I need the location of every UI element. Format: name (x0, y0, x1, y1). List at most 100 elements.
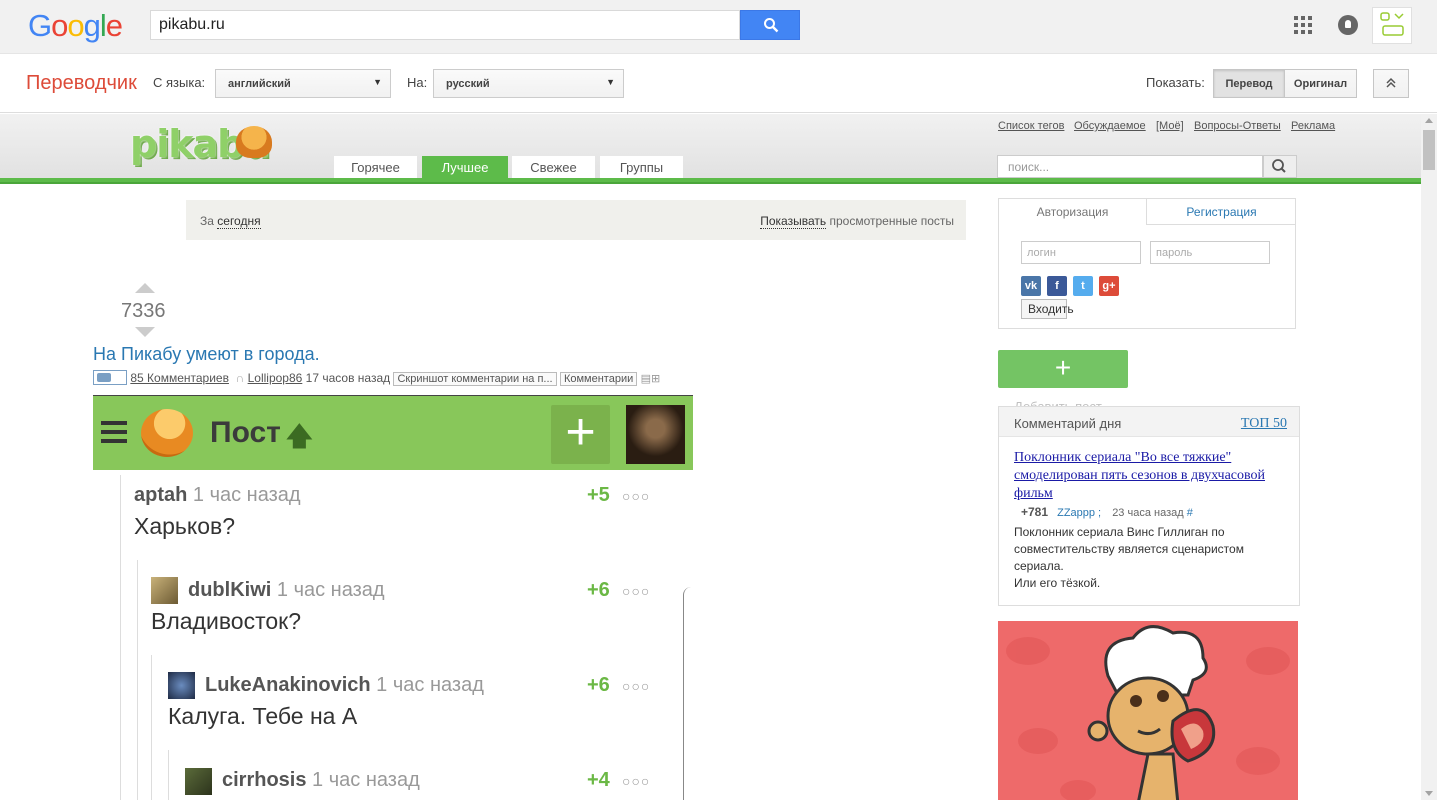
show-original-button[interactable]: Оригинал (1284, 69, 1357, 98)
tab-hot[interactable]: Горячее (334, 156, 417, 178)
period-filter: За сегодня (200, 214, 261, 229)
more-dots-icon: ○○○ (622, 678, 651, 694)
pikabu-search-input[interactable]: поиск... (997, 155, 1263, 178)
comments-link[interactable]: 85 Комментариев (130, 371, 229, 385)
tab-registration[interactable]: Регистрация (1146, 199, 1296, 225)
scroll-up-arrow-icon[interactable] (1425, 118, 1433, 123)
show-label: Показать: (1146, 75, 1205, 90)
comment-of-day-header: Комментарий дня ТОП 50 (999, 407, 1299, 437)
login-button[interactable]: Входить (1021, 299, 1074, 319)
menu-qa[interactable]: Вопросы-Ответы (1194, 120, 1281, 132)
menu-discussed[interactable]: Обсуждаемое (1074, 120, 1146, 132)
camera-icon[interactable] (93, 370, 127, 385)
comment-author-link[interactable]: ZZappp ; (1057, 507, 1101, 519)
muffin-logo-icon[interactable] (236, 126, 272, 158)
period-prefix: За (200, 214, 214, 228)
header-accent-line (0, 178, 1421, 184)
tab-fresh[interactable]: Свежее (512, 156, 595, 178)
period-link[interactable]: сегодня (217, 214, 261, 229)
google-logo[interactable]: Google (28, 8, 123, 44)
google-search-button[interactable] (740, 10, 800, 40)
menu-mine[interactable]: [Моё] (1156, 120, 1184, 132)
comment-score: +5 (587, 484, 610, 506)
to-language-value: русский (446, 78, 490, 90)
avatar (151, 577, 178, 604)
tab-authorization[interactable]: Авторизация (999, 199, 1146, 225)
show-viewed-link[interactable]: Показывать (760, 214, 827, 229)
top50-link[interactable]: ТОП 50 (1241, 416, 1287, 432)
tab-groups[interactable]: Группы (600, 156, 683, 178)
translate-title[interactable]: Переводчик (26, 72, 137, 95)
vk-icon[interactable]: vk (1021, 276, 1041, 296)
search-icon (764, 18, 779, 33)
notifications-icon[interactable] (1338, 15, 1358, 35)
tag-screenshot[interactable]: Скриншот комментарии на п... (393, 372, 557, 386)
comment-text: Владивосток? (151, 608, 301, 634)
post-title[interactable]: На Пикабу умеют в города. (93, 344, 320, 365)
scroll-down-arrow-icon[interactable] (1425, 791, 1433, 796)
comment-author: LukeAnakinovich 1 час назад (205, 674, 484, 696)
search-icon (1272, 159, 1286, 173)
add-post-button[interactable]: + (998, 350, 1128, 388)
thread-line (151, 655, 152, 800)
upvote-arrow-icon[interactable] (135, 283, 155, 293)
chef-mascot-image (1006, 625, 1290, 800)
comment-score: +6 (587, 579, 610, 601)
to-language-select[interactable]: русский ▼ (433, 69, 624, 98)
google-search-input[interactable]: pikabu.ru (150, 10, 740, 40)
comment-text: Харьков? (134, 513, 236, 539)
collapse-button[interactable] (1373, 69, 1409, 98)
more-dots-icon: ○○○ (622, 488, 651, 504)
facebook-icon[interactable]: f (1047, 276, 1067, 296)
author-icon: ∩ (235, 371, 245, 385)
account-avatar[interactable] (1372, 7, 1412, 44)
mobile-title: Пост (210, 416, 281, 449)
password-input[interactable]: пароль (1150, 241, 1270, 264)
menu-ads[interactable]: Реклама (1291, 120, 1335, 132)
comment-score: +4 (587, 769, 610, 791)
thread-line (120, 475, 121, 800)
apps-grid-icon[interactable] (1294, 16, 1312, 34)
comment-of-day-title: Комментарий дня (1014, 416, 1122, 431)
menu-burger-icon (101, 421, 127, 443)
post-rating: 7336 (121, 300, 166, 322)
translate-bar: Переводчик С языка: английский ▼ На: рус… (0, 55, 1437, 113)
page-scrollbar[interactable] (1421, 114, 1437, 800)
downvote-arrow-icon[interactable] (135, 327, 155, 337)
chevron-down-icon: ▼ (373, 77, 382, 87)
pikabu-search-button[interactable] (1263, 155, 1297, 178)
plus-icon: + (551, 405, 610, 464)
save-icon[interactable]: ▤⊞ (641, 373, 661, 385)
login-input[interactable]: логин (1021, 241, 1141, 264)
twitter-icon[interactable]: t (1073, 276, 1093, 296)
comment-author: dublKiwi 1 час назад (188, 579, 385, 601)
muffin-logo-icon (141, 409, 193, 457)
advertisement-banner[interactable] (998, 621, 1298, 800)
auth-box: Авторизация Регистрация логин пароль vk … (998, 198, 1296, 329)
more-dots-icon: ○○○ (622, 583, 651, 599)
thread-line (168, 750, 169, 800)
scrollbar-thumb[interactable] (1423, 130, 1435, 170)
avatar (185, 768, 212, 795)
comment-score: +781 (1021, 505, 1049, 519)
post-time: 17 часов назад (305, 371, 391, 385)
from-language-value: английский (228, 78, 291, 90)
mobile-header: Пост 🡅 + (93, 395, 693, 470)
from-language-select[interactable]: английский ▼ (215, 69, 391, 98)
more-dots-icon: ○○○ (622, 773, 651, 789)
tag-comments[interactable]: Комментарии (559, 372, 638, 386)
comment-of-day-post-link[interactable]: Поклонник сериала "Во все тяжкие" смодел… (1014, 449, 1274, 503)
post-meta: 85 Комментариев ∩ Lollipop86 17 часов на… (93, 370, 660, 386)
author-link[interactable]: Lollipop86 (248, 371, 303, 385)
page-divider (683, 587, 693, 800)
comment-time: 23 часа назад (1112, 507, 1184, 519)
show-translation-button[interactable]: Перевод (1213, 69, 1285, 98)
avatar (168, 672, 195, 699)
tab-best[interactable]: Лучшее (422, 156, 508, 178)
comment-of-day-text: Поклонник сериала Винс Гиллиган по совме… (1014, 525, 1244, 590)
comment-author: cirrhosis 1 час назад (222, 769, 420, 791)
comment-permalink[interactable]: # (1187, 507, 1193, 519)
menu-tags-list[interactable]: Список тегов (998, 120, 1064, 132)
viewed-filter: Показывать просмотренные посты (760, 214, 954, 229)
google-plus-icon[interactable]: g+ (1099, 276, 1119, 296)
